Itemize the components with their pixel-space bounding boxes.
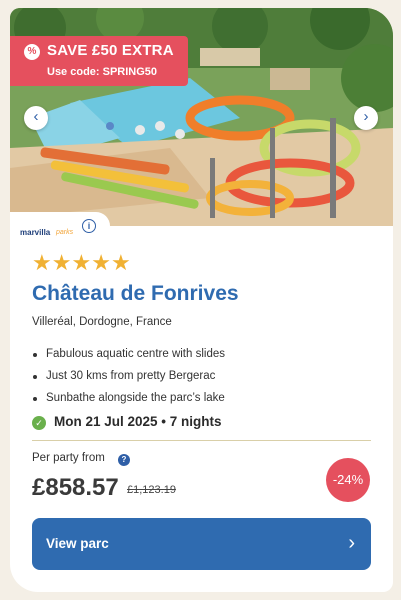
- discount-badge: -24%: [326, 458, 370, 502]
- promo-code: Use code: SPRING50: [47, 66, 158, 78]
- divider: [32, 440, 371, 441]
- park-location: Villeréal, Dordogne, France: [32, 316, 172, 328]
- brand-name: marvilla: [20, 228, 51, 237]
- brand-logo: marvilla parks: [20, 222, 80, 238]
- feature-item: Just 30 kms from pretty Bergerac: [32, 365, 225, 387]
- stay-dates: Mon 21 Jul 2025 • 7 nights: [54, 414, 222, 429]
- star-icon: ★: [110, 250, 131, 275]
- park-title[interactable]: Château de Fonrives: [32, 282, 239, 306]
- feature-list: Fabulous aquatic centre with slides Just…: [32, 343, 225, 409]
- promo-title: SAVE £50 EXTRA: [47, 42, 174, 59]
- star-icon: ★: [51, 250, 72, 275]
- view-parc-label: View parc: [46, 536, 109, 551]
- info-icon[interactable]: i: [82, 219, 96, 233]
- chevron-left-icon[interactable]: ‹: [24, 106, 48, 130]
- promo-banner: % SAVE £50 EXTRA Use code: SPRING50: [10, 36, 188, 86]
- feature-item: Fabulous aquatic centre with slides: [32, 343, 225, 365]
- help-icon[interactable]: ?: [118, 454, 130, 466]
- percent-tag-icon: %: [24, 44, 40, 60]
- view-parc-button[interactable]: View parc ›: [32, 518, 371, 570]
- chevron-right-icon: ›: [348, 532, 355, 554]
- star-icon: ★: [71, 250, 92, 275]
- original-price: £1,123.19: [127, 484, 176, 496]
- brand-tab: marvilla parks i: [10, 212, 110, 242]
- brand-suffix: parks: [56, 229, 74, 236]
- check-circle-icon: ✓: [32, 416, 46, 430]
- current-price: £858.57: [32, 474, 119, 501]
- price-label: Per party from: [32, 452, 105, 464]
- star-rating: ★★★★★: [32, 250, 131, 276]
- star-icon: ★: [32, 250, 52, 275]
- star-icon: ★: [91, 250, 111, 275]
- park-card: % SAVE £50 EXTRA Use code: SPRING50 ‹ › …: [10, 8, 393, 592]
- chevron-right-icon[interactable]: ›: [354, 106, 378, 130]
- feature-item: Sunbathe alongside the parc’s lake: [32, 387, 225, 409]
- hero-photo[interactable]: % SAVE £50 EXTRA Use code: SPRING50 ‹ ›: [10, 8, 393, 226]
